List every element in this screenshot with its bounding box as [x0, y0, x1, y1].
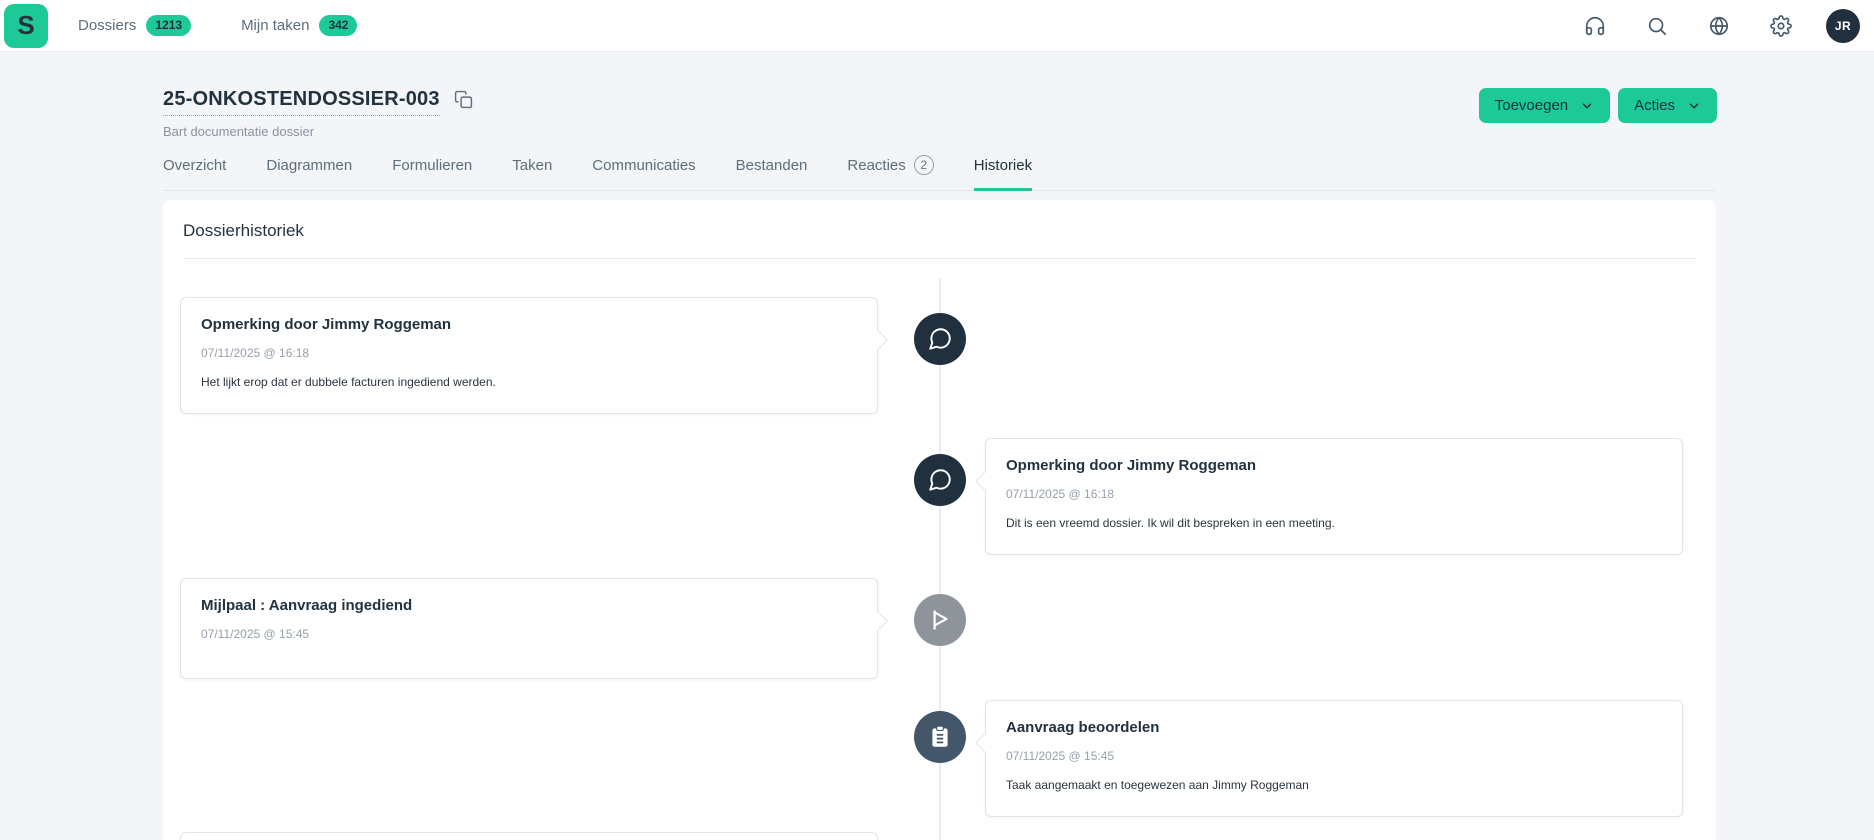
event-description: Het lijkt erop dat er dubbele facturen i… — [201, 375, 857, 389]
tab-bar: Overzicht Diagrammen Formulieren Taken C… — [163, 155, 1716, 191]
nav-item[interactable]: Mijn taken 342 — [241, 15, 357, 35]
card-notch — [868, 330, 888, 350]
copy-icon[interactable] — [454, 90, 473, 109]
globe-icon[interactable] — [1708, 15, 1730, 37]
event-title: Mijlpaal : Aanvraag ingediend — [201, 597, 857, 614]
tab-label: Overzicht — [163, 157, 226, 174]
comment-icon — [927, 326, 953, 352]
timeline-event-icon — [914, 313, 966, 365]
event-timestamp: 07/11/2025 @ 15:45 — [201, 627, 857, 641]
task-clipboard-icon — [927, 724, 953, 750]
support-icon[interactable] — [1584, 15, 1606, 37]
page-title[interactable]: 25-ONKOSTENDOSSIER-003 — [163, 88, 440, 116]
add-button[interactable]: Toevoegen — [1479, 88, 1610, 123]
nav-items: Dossiers 1213 Mijn taken 342 — [78, 15, 407, 35]
page-header: 25-ONKOSTENDOSSIER-003 Bart documentatie… — [163, 88, 1717, 139]
search-icon[interactable] — [1646, 15, 1668, 37]
timeline-event-icon — [914, 594, 966, 646]
tab[interactable]: Bestanden — [736, 155, 808, 191]
tab-label: Communicaties — [592, 157, 695, 174]
timeline-card-partial — [180, 832, 878, 840]
card-notch — [868, 611, 888, 631]
timeline-card: Mijlpaal : Aanvraag ingediend 07/11/2025… — [180, 578, 878, 679]
event-timestamp: 07/11/2025 @ 16:18 — [201, 346, 857, 360]
chevron-down-icon — [1580, 99, 1594, 113]
event-title: Aanvraag beoordelen — [1006, 719, 1662, 736]
nav-count-badge: 342 — [319, 15, 357, 35]
nav-right-icons: JR — [1584, 9, 1860, 43]
nav-item-label: Dossiers — [78, 17, 136, 34]
actions-button[interactable]: Acties — [1618, 88, 1717, 123]
card-notch — [975, 733, 995, 753]
tab-label: Formulieren — [392, 157, 472, 174]
app-logo[interactable]: S — [4, 4, 48, 48]
history-panel: Dossierhistoriek Opmerking door Jimmy Ro… — [163, 200, 1716, 840]
tab[interactable]: Overzicht — [163, 155, 226, 191]
nav-item[interactable]: Dossiers 1213 — [78, 15, 191, 35]
tab-label: Diagrammen — [266, 157, 352, 174]
timeline-card: Aanvraag beoordelen 07/11/2025 @ 15:45 T… — [985, 700, 1683, 817]
timeline: Opmerking door Jimmy Roggeman 07/11/2025… — [163, 200, 1716, 840]
top-navigation-bar: S Dossiers 1213 Mijn taken 342 JR — [0, 0, 1874, 52]
milestone-flag-icon — [927, 607, 953, 633]
timeline-card: Opmerking door Jimmy Roggeman 07/11/2025… — [180, 297, 878, 414]
tab-label: Taken — [512, 157, 552, 174]
event-title: Opmerking door Jimmy Roggeman — [1006, 457, 1662, 474]
timeline-card: Opmerking door Jimmy Roggeman 07/11/2025… — [985, 438, 1683, 555]
tab-label: Reacties — [847, 157, 905, 174]
event-title: Opmerking door Jimmy Roggeman — [201, 316, 857, 333]
settings-icon[interactable] — [1770, 15, 1792, 37]
timeline-event-icon — [914, 454, 966, 506]
event-description: Dit is een vreemd dossier. Ik wil dit be… — [1006, 516, 1662, 530]
header-buttons: Toevoegen Acties — [1479, 88, 1717, 123]
tab-label: Bestanden — [736, 157, 808, 174]
nav-count-badge: 1213 — [146, 15, 191, 35]
nav-item-label: Mijn taken — [241, 17, 309, 34]
dossier-subtitle: Bart documentatie dossier — [163, 124, 473, 139]
comment-icon — [927, 467, 953, 493]
event-description: Taak aangemaakt en toegewezen aan Jimmy … — [1006, 778, 1662, 792]
chevron-down-icon — [1687, 99, 1701, 113]
card-notch — [975, 471, 995, 491]
tab[interactable]: Historiek — [974, 155, 1032, 191]
tab[interactable]: Taken — [512, 155, 552, 191]
tab[interactable]: Reacties 2 — [847, 155, 933, 191]
event-timestamp: 07/11/2025 @ 16:18 — [1006, 487, 1662, 501]
tab-label: Historiek — [974, 157, 1032, 174]
user-avatar[interactable]: JR — [1826, 9, 1860, 43]
timeline-event-icon — [914, 711, 966, 763]
tab[interactable]: Diagrammen — [266, 155, 352, 191]
tab[interactable]: Communicaties — [592, 155, 695, 191]
tab-count-badge: 2 — [914, 155, 934, 175]
dossier-title-block: 25-ONKOSTENDOSSIER-003 Bart documentatie… — [163, 88, 473, 139]
event-timestamp: 07/11/2025 @ 15:45 — [1006, 749, 1662, 763]
tab[interactable]: Formulieren — [392, 155, 472, 191]
